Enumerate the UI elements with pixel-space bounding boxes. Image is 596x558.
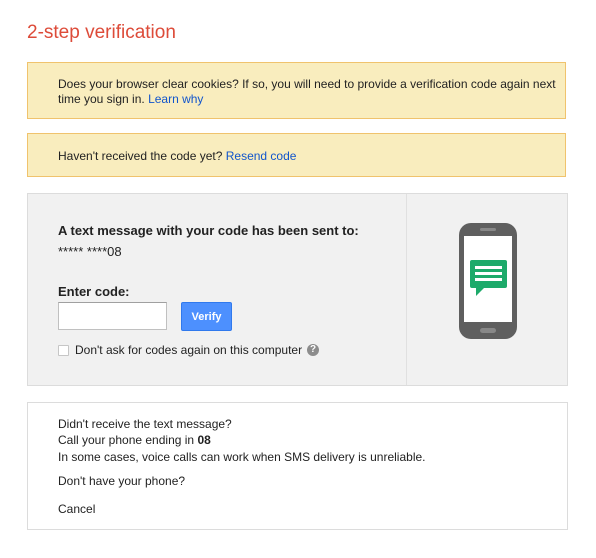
- phone-message-icon: [458, 222, 518, 343]
- remember-label[interactable]: Don't ask for codes again on this comput…: [75, 343, 302, 357]
- cookies-notice-text: Does your browser clear cookies? If so, …: [58, 77, 556, 106]
- sms-not-received-text: Didn't receive the text message?: [58, 417, 232, 431]
- call-phone-link[interactable]: Call your phone ending in 08: [58, 433, 211, 447]
- page-title: 2-step verification: [27, 22, 176, 43]
- resend-notice: Haven't received the code yet? Resend co…: [27, 133, 566, 177]
- voice-call-note: In some cases, voice calls can work when…: [58, 450, 426, 464]
- learn-why-link[interactable]: Learn why: [148, 92, 203, 106]
- verification-panel: A text message with your code has been s…: [27, 193, 568, 386]
- alternatives-box: Didn't receive the text message? Call yo…: [27, 402, 568, 530]
- code-input[interactable]: [58, 302, 167, 330]
- masked-phone-number: ***** ****08: [58, 244, 122, 259]
- remember-checkbox[interactable]: [58, 344, 69, 356]
- resend-code-link[interactable]: Resend code: [226, 149, 297, 163]
- help-icon[interactable]: ?: [307, 344, 320, 356]
- resend-notice-text: Haven't received the code yet?: [58, 149, 223, 163]
- verify-button[interactable]: Verify: [181, 302, 232, 331]
- remember-computer-row: Don't ask for codes again on this comput…: [58, 343, 320, 357]
- cancel-link[interactable]: Cancel: [58, 502, 95, 516]
- code-sent-label: A text message with your code has been s…: [58, 223, 359, 238]
- call-link-digits[interactable]: 08: [197, 433, 210, 447]
- no-phone-link[interactable]: Don't have your phone?: [58, 474, 185, 488]
- enter-code-label: Enter code:: [58, 284, 130, 299]
- panel-divider: [406, 194, 407, 385]
- cookies-notice: Does your browser clear cookies? If so, …: [27, 62, 566, 119]
- call-link-text[interactable]: Call your phone ending in: [58, 433, 197, 447]
